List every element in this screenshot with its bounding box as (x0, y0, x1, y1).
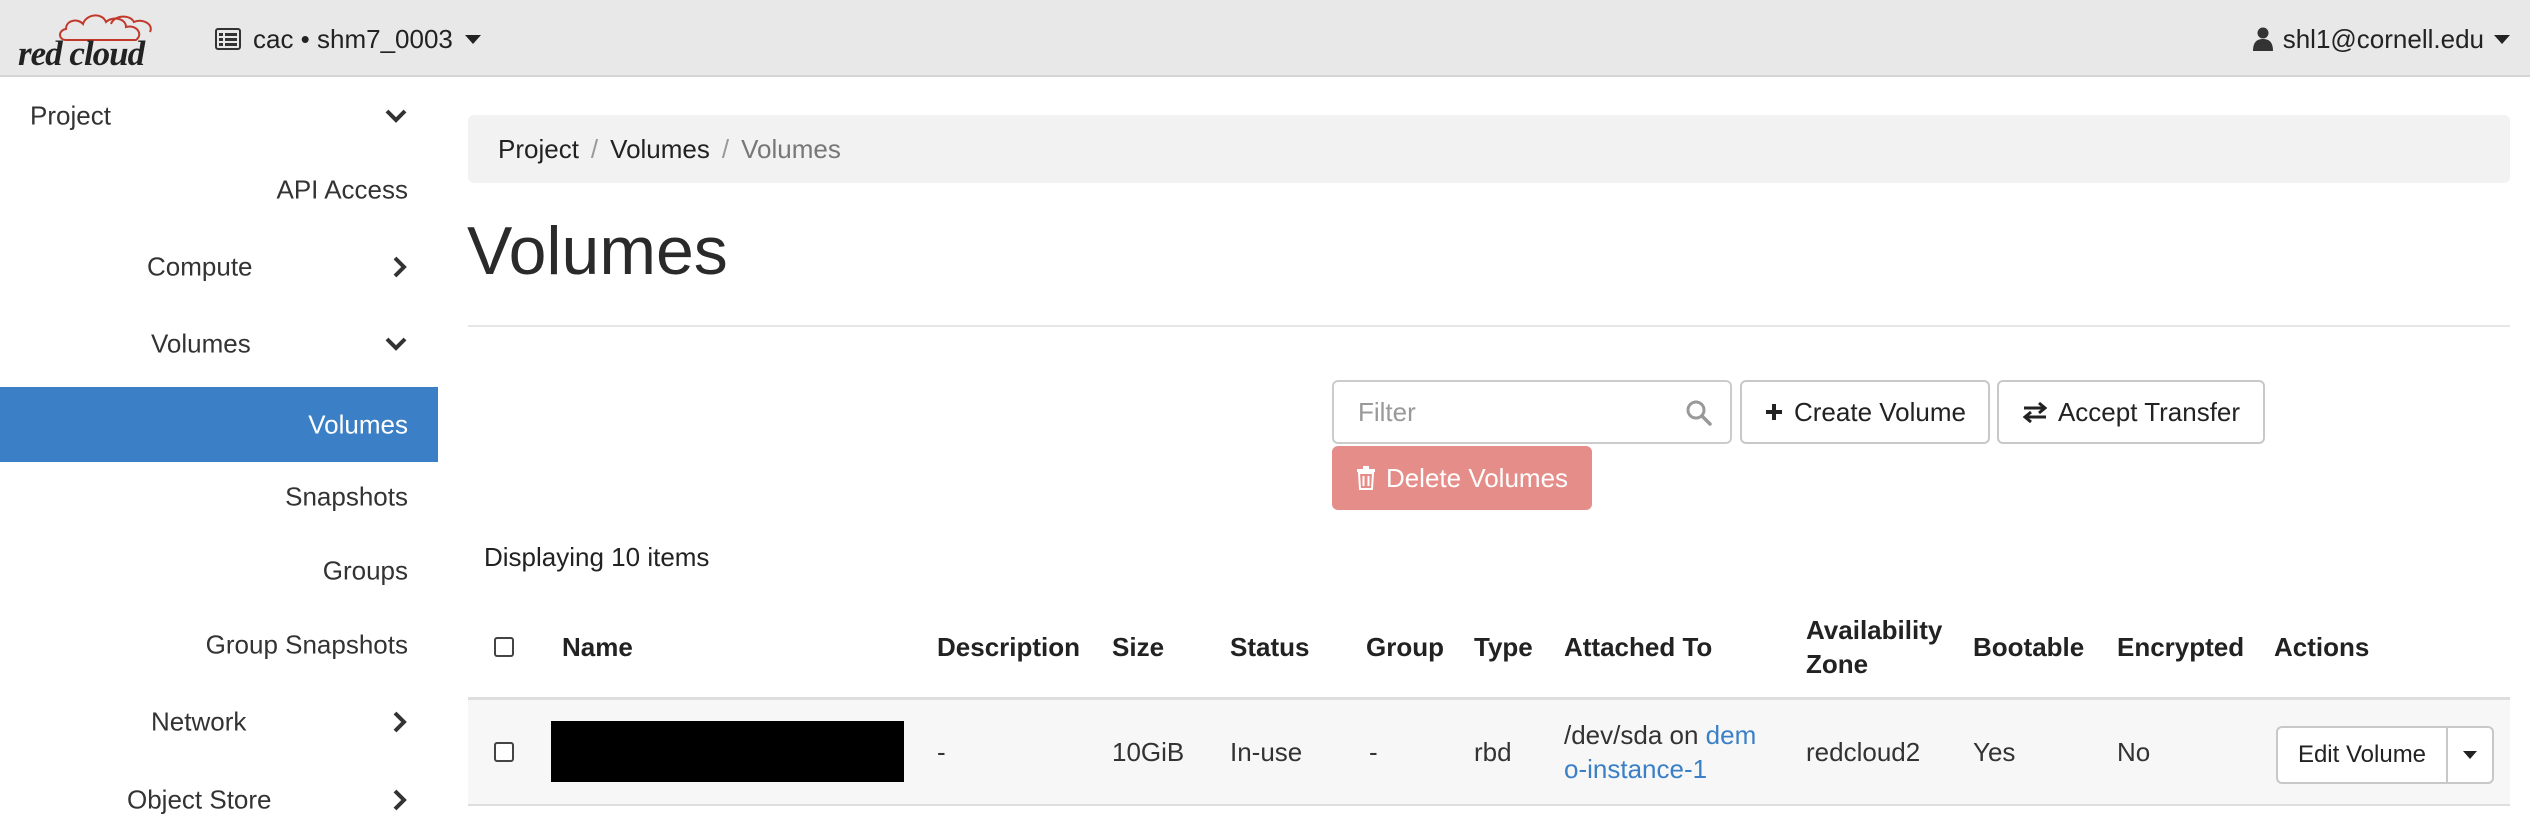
delete-volumes-label: Delete Volumes (1385, 462, 1569, 493)
chevron-down-icon (385, 337, 407, 351)
column-header-encrypted[interactable]: Encrypted (2117, 630, 2244, 664)
column-header-description[interactable]: Description (937, 630, 1080, 664)
delete-volumes-button[interactable]: Delete Volumes (1332, 446, 1592, 510)
user-email: shl1@cornell.edu (2282, 23, 2484, 54)
cell-encrypted: No (2117, 737, 2151, 767)
sidebar-item-volumes[interactable]: Volumes (0, 387, 438, 462)
cell-size: 10GiB (1112, 737, 1185, 767)
user-icon (2252, 27, 2273, 51)
search-icon (1686, 400, 1712, 426)
sidebar-item-groups[interactable]: Groups (0, 534, 438, 608)
sidebar-item-api-access[interactable]: API Access (0, 153, 438, 227)
breadcrumb-separator: / (721, 133, 730, 164)
column-header-group[interactable]: Group (1366, 630, 1444, 664)
cell-bootable: Yes (1973, 737, 2016, 767)
chevron-down-icon (2463, 751, 2477, 759)
red-cloud-logo[interactable]: red cloud (16, 10, 166, 73)
cell-description: - (937, 737, 946, 767)
column-header-type[interactable]: Type (1474, 630, 1533, 664)
sidebar-item-label: Compute (147, 251, 253, 282)
cell-group: - (1369, 737, 1378, 767)
filter-input[interactable] (1336, 384, 1666, 440)
sidebar-item-network[interactable]: Network (0, 685, 438, 759)
exchange-icon (2022, 401, 2048, 423)
column-header-size[interactable]: Size (1112, 630, 1164, 664)
sidebar-item-volumes-group[interactable]: Volumes (0, 307, 438, 381)
sidebar-item-label: Network (151, 706, 247, 737)
redacted-volume-name (551, 721, 904, 782)
chevron-right-icon (393, 789, 407, 811)
sidebar-item-compute[interactable]: Compute (0, 230, 438, 304)
sidebar: Project API Access Compute Volumes Volum… (0, 79, 438, 816)
plus-icon (1766, 404, 1782, 420)
breadcrumb-separator: / (590, 133, 599, 164)
chevron-down-icon (464, 34, 481, 44)
column-header-availability-zone[interactable]: Availability Zone (1806, 613, 1942, 681)
sidebar-item-label: Group Snapshots (205, 629, 408, 660)
sidebar-item-label: Volumes (308, 409, 408, 439)
attached-instance-link[interactable]: dem (1706, 720, 1757, 750)
sidebar-item-label: Snapshots (285, 481, 408, 512)
sidebar-item-object-store[interactable]: Object Store (0, 763, 438, 816)
select-all-checkbox[interactable] (494, 636, 514, 657)
chevron-right-icon (393, 711, 407, 733)
column-header-actions: Actions (2274, 631, 2370, 662)
sidebar-item-label: Volumes (151, 328, 251, 359)
column-header-attached-to[interactable]: Attached To (1564, 630, 1712, 664)
column-header-status[interactable]: Status (1230, 630, 1309, 664)
breadcrumb-project[interactable]: Project (498, 134, 579, 165)
attached-instance-link[interactable]: o-instance-1 (1564, 754, 1707, 784)
top-navbar: red cloud cac • shm7_0003 shl1@cornell.e… (0, 0, 2530, 77)
sidebar-item-project[interactable]: Project (0, 79, 438, 153)
filter-field[interactable] (1332, 380, 1732, 444)
project-picker-label: cac • shm7_0003 (253, 23, 453, 54)
project-list-icon (215, 28, 241, 50)
breadcrumb-volumes[interactable]: Volumes (610, 134, 710, 165)
row-actions: Edit Volume (2276, 726, 2494, 784)
sidebar-item-snapshots[interactable]: Snapshots (0, 460, 438, 534)
edit-volume-button[interactable]: Edit Volume (2276, 726, 2446, 784)
create-volume-label: Create Volume (1794, 396, 1966, 427)
column-header-availability-line2: Zone (1806, 648, 1869, 679)
project-picker[interactable]: cac • shm7_0003 (215, 20, 481, 58)
attached-device: /dev/sda on (1564, 720, 1706, 750)
sidebar-item-label: Object Store (127, 784, 272, 815)
row-checkbox[interactable] (494, 742, 514, 762)
chevron-down-icon (2494, 34, 2510, 44)
accept-transfer-button[interactable]: Accept Transfer (1997, 380, 2265, 444)
divider (468, 325, 2510, 327)
sidebar-item-label: Project (30, 100, 111, 131)
chevron-down-icon (385, 109, 407, 123)
column-header-name[interactable]: Name (562, 630, 633, 664)
trash-icon (1356, 466, 1375, 490)
table-header: Name Description Size Status Group Type … (468, 596, 2510, 700)
chevron-right-icon (393, 256, 407, 278)
sidebar-item-label: API Access (276, 174, 409, 205)
cell-status: In-use (1230, 737, 1303, 767)
user-menu[interactable]: shl1@cornell.edu (2252, 20, 2510, 58)
breadcrumb-current: Volumes (741, 133, 841, 164)
page-title: Volumes (467, 213, 728, 289)
table-row: - 10GiB In-use - rbd /dev/sda on dem o-i… (468, 700, 2510, 806)
row-actions-dropdown-toggle[interactable] (2446, 726, 2494, 784)
cell-type: rbd (1474, 737, 1512, 767)
create-volume-button[interactable]: Create Volume (1740, 380, 1990, 444)
cell-attached-to: /dev/sda on dem o-instance-1 (1564, 718, 1756, 786)
cell-availability-zone: redcloud2 (1806, 737, 1921, 767)
breadcrumb: Project / Volumes / Volumes (468, 115, 2510, 183)
column-header-bootable[interactable]: Bootable (1973, 630, 2084, 664)
sidebar-item-group-snapshots[interactable]: Group Snapshots (0, 608, 438, 682)
accept-transfer-label: Accept Transfer (2057, 396, 2241, 427)
logo-text: red cloud (18, 34, 145, 73)
item-count: Displaying 10 items (484, 542, 710, 572)
sidebar-item-label: Groups (322, 555, 408, 586)
column-header-availability-line1: Availability (1806, 614, 1943, 645)
